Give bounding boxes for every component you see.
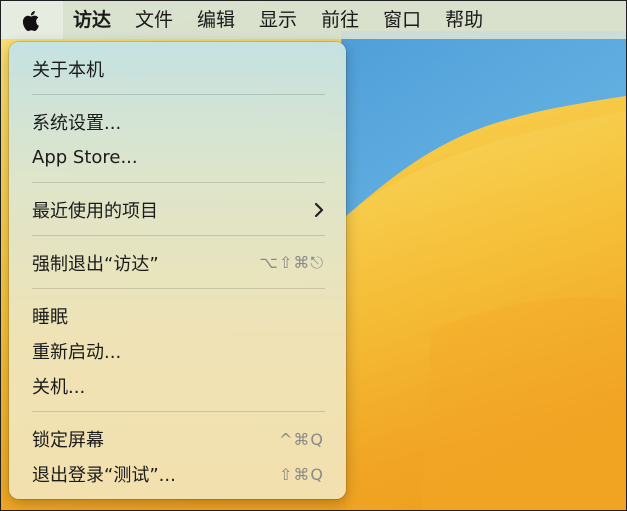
apple-dropdown-menu: 关于本机 系统设置... App Store... 最近使用的项目 强制退出“访… [9,42,346,499]
menu-separator [32,411,325,412]
menu-item-lock-screen[interactable]: 锁定屏幕 ^⌘Q [32,424,324,454]
menu-item-label: 重新启动... [32,342,122,363]
apple-logo-icon [22,10,39,31]
chevron-right-icon [314,202,324,218]
keyboard-shortcut: ⇧⌘Q [279,464,324,484]
menu-separator [32,288,325,289]
menubar-item-help[interactable]: 帮助 [433,1,495,39]
menu-item-recent-items[interactable]: 最近使用的项目 [32,195,324,225]
menu-item-app-store[interactable]: App Store... [32,142,324,172]
menu-item-force-quit[interactable]: 强制退出“访达” ⌥⇧⌘⎋ [32,248,324,278]
menubar-item-go[interactable]: 前往 [309,1,371,39]
menu-item-restart[interactable]: 重新启动... [32,336,324,366]
screen: 访达 文件 编辑 显示 前往 窗口 帮助 关于本机 系统设置... App St… [0,0,627,511]
menu-item-label: 强制退出“访达” [32,254,159,275]
menu-item-shutdown[interactable]: 关机... [32,371,324,401]
keyboard-shortcut: ^⌘Q [279,429,324,449]
menu-item-label: 关机... [32,377,86,398]
menubar-item-edit[interactable]: 编辑 [185,1,247,39]
menu-separator [32,235,325,236]
menu-bar: 访达 文件 编辑 显示 前往 窗口 帮助 [1,1,626,39]
apple-menu-button[interactable] [1,1,63,39]
menubar-item-file[interactable]: 文件 [123,1,185,39]
menu-item-label: 关于本机 [32,60,104,81]
menu-item-label: 最近使用的项目 [32,201,158,222]
menubar-item-finder[interactable]: 访达 [63,1,123,39]
menu-item-label: 睡眠 [32,307,68,328]
menu-separator [32,94,325,95]
keyboard-shortcut: ⌥⇧⌘⎋ [259,253,324,272]
menu-item-system-settings[interactable]: 系统设置... [32,107,324,137]
menu-item-label: 系统设置... [32,113,122,134]
menu-separator [32,182,325,183]
menu-item-about-this-mac[interactable]: 关于本机 [32,54,324,84]
menu-item-label: 锁定屏幕 [32,430,104,451]
menu-item-sleep[interactable]: 睡眠 [32,301,324,331]
menubar-item-view[interactable]: 显示 [247,1,309,39]
menubar-item-window[interactable]: 窗口 [371,1,433,39]
menu-item-log-out[interactable]: 退出登录“测试”... ⇧⌘Q [32,459,324,489]
menu-item-label: App Store... [32,146,138,168]
menu-item-label: 退出登录“测试”... [32,465,176,486]
